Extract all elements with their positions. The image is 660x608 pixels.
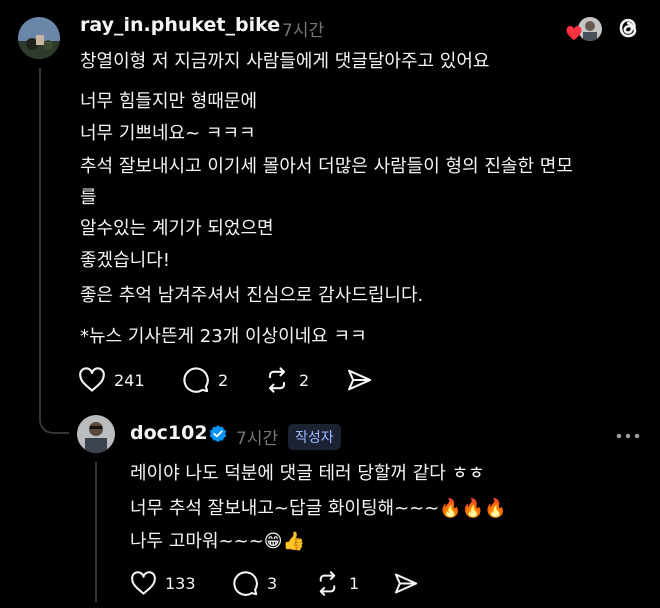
post-text-line: 좋은 추억 남겨주셔서 진심으로 감사드립니다.	[80, 285, 424, 306]
reply-comment-button[interactable]: 3	[232, 568, 277, 598]
reply-text-line: 나두 고마워~~~😁👍	[130, 531, 305, 552]
post-text-line: 너무 기쁘네요~ ㅋㅋㅋ	[80, 123, 256, 144]
post-repost-count: 2	[299, 370, 310, 390]
reply-username[interactable]: doc102	[130, 422, 208, 444]
reply-like-count: 133	[165, 573, 196, 593]
post-time: 7시간	[282, 21, 325, 41]
thread-connector-line	[39, 68, 41, 402]
post-text-line: 창열이형 저 지금까지 사람들에게 댓글달아주고 있어요	[80, 51, 490, 72]
author-badge: 작성자	[288, 424, 341, 450]
post-actions: 241 2 2	[78, 365, 398, 395]
reply-time: 7시간	[236, 429, 279, 449]
reply-text: 레이야 나도 덕분에 댓글 테러 당할꺼 같다 ㅎㅎ 너무 추석 잘보내고~답글…	[130, 459, 630, 559]
reply-text-line: 레이야 나도 덕분에 댓글 테러 당할꺼 같다 ㅎㅎ	[130, 463, 485, 484]
reply-repost-button[interactable]: 1	[314, 568, 359, 598]
post-text-line: 좋겠습니다!	[80, 250, 171, 271]
verified-icon	[209, 425, 227, 443]
post-text-line: 알수있는 계기가 되었으면	[80, 218, 274, 239]
reply-actions: 133 3 1	[130, 568, 430, 598]
reply-connector-line	[95, 462, 97, 602]
threads-logo-icon[interactable]	[612, 12, 644, 44]
more-icon[interactable]	[616, 426, 640, 446]
comment-icon	[233, 570, 258, 596]
post-repost-button[interactable]: 2	[263, 365, 309, 395]
reply-comment-count: 3	[267, 573, 278, 593]
repost-icon	[268, 367, 286, 393]
post-like-button[interactable]: 241	[78, 365, 145, 395]
post-avatar[interactable]	[18, 17, 60, 59]
liker-avatar-group[interactable]	[566, 17, 602, 43]
share-icon	[348, 369, 372, 391]
post-comment-count: 2	[218, 370, 229, 390]
reply-connector-curve	[39, 400, 69, 434]
post-text-line: *뉴스 기사뜬게 23개 이상이네요 ㅋㅋ	[80, 326, 367, 347]
reply-like-button[interactable]: 133	[130, 568, 196, 598]
heart-icon	[131, 570, 156, 595]
post-username[interactable]: ray_in.phuket_bike	[80, 14, 280, 36]
repost-icon	[319, 570, 336, 596]
heart-icon	[79, 367, 105, 392]
reply-repost-count: 1	[349, 573, 360, 593]
post-text: 창열이형 저 지금까지 사람들에게 댓글달아주고 있어요 너무 힘들지만 형때문…	[80, 47, 640, 347]
post-text-line: 너무 힘들지만 형때문에	[80, 91, 258, 112]
comment-icon	[183, 367, 209, 393]
share-icon	[394, 572, 418, 594]
reply-text-line: 너무 추석 잘보내고~답글 화이팅해~~~🔥🔥🔥	[130, 498, 507, 519]
reply-avatar[interactable]	[77, 415, 115, 453]
post-share-button[interactable]	[345, 365, 373, 395]
heart-icon	[566, 26, 582, 41]
post-text-line: 를	[80, 187, 97, 208]
reply-share-button[interactable]	[392, 568, 419, 598]
post-like-count: 241	[114, 370, 145, 390]
post-comment-button[interactable]: 2	[182, 365, 228, 395]
post-text-line: 추석 잘보내시고 이기세 몰아서 더많은 사람들이 형의 진솔한 면모	[80, 156, 573, 177]
